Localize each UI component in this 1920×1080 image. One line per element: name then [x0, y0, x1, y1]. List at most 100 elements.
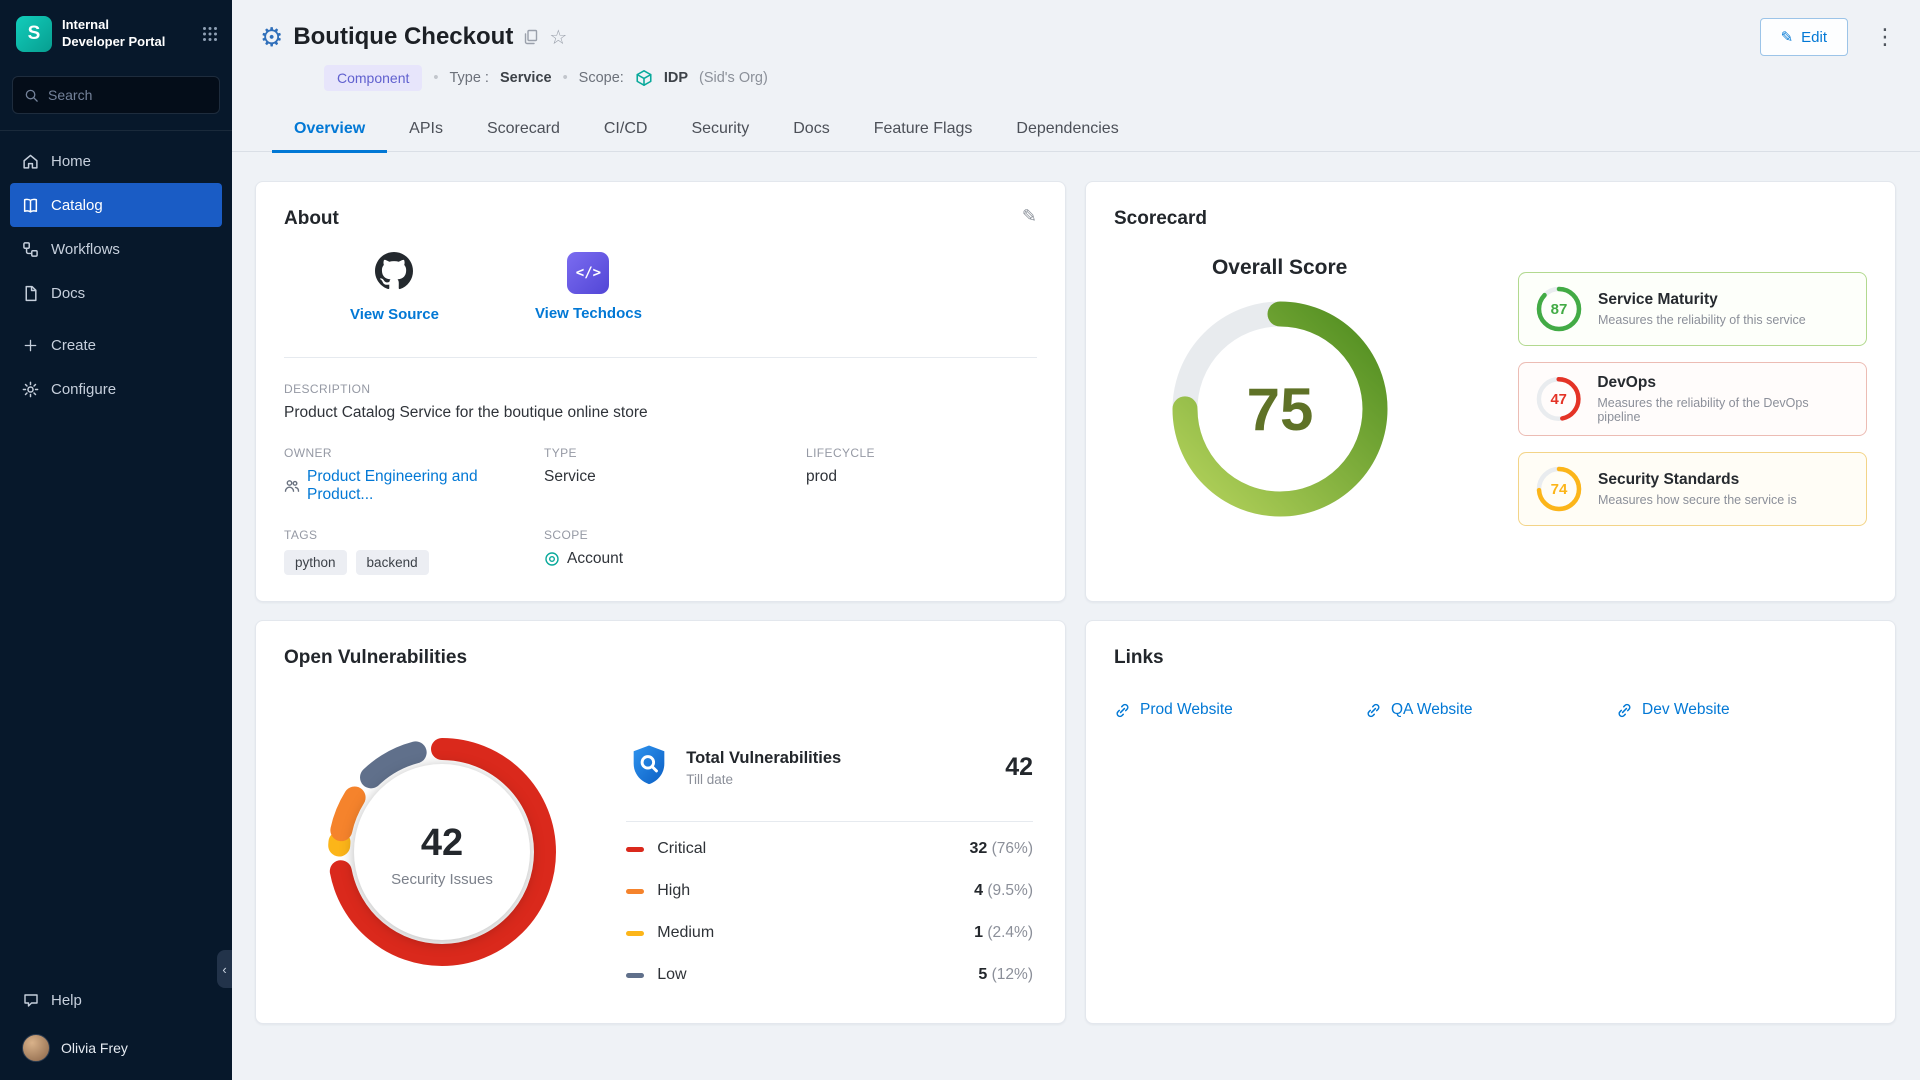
docs-icon [22, 285, 39, 302]
sidebar-item-label: Docs [51, 285, 85, 302]
svg-text:75: 75 [1246, 376, 1313, 443]
about-title: About [284, 208, 1037, 230]
scorecard-item-desc: Measures how secure the service is [1598, 493, 1797, 507]
techdocs-icon: </> [567, 252, 609, 294]
severity-dash [626, 931, 644, 936]
more-options-icon[interactable]: ⋮ [1874, 24, 1896, 50]
sidebar-bottom: Help Olivia Frey [0, 978, 232, 1080]
sidebar-item-docs[interactable]: Docs [10, 271, 222, 315]
sidebar-search[interactable] [12, 76, 220, 114]
scorecard-item[interactable]: 47 DevOps Measures the reliability of th… [1518, 362, 1867, 436]
sidebar-item-workflows[interactable]: Workflows [10, 227, 222, 271]
sidebar-item-label: Home [51, 153, 91, 170]
sidebar-actions: Create Configure [0, 323, 232, 411]
portal-logo-icon: S [16, 16, 52, 52]
tab-apis[interactable]: APIs [387, 108, 465, 151]
tab-dependencies[interactable]: Dependencies [994, 108, 1140, 151]
sidebar-item-configure[interactable]: Configure [10, 367, 222, 411]
scope-field-label: SCOPE [544, 528, 806, 542]
sidebar-item-label: Create [51, 337, 96, 354]
kind-badge: Component [324, 65, 422, 91]
prod-website-link[interactable]: Prod Website [1114, 701, 1365, 719]
sidebar-item-label: Workflows [51, 241, 120, 258]
total-vulnerabilities-label: Total Vulnerabilities [686, 749, 841, 768]
score-ring: 47 [1533, 373, 1584, 425]
favorite-star-icon[interactable]: ☆ [549, 25, 567, 50]
home-icon [22, 153, 39, 170]
scope-cube-icon [635, 69, 653, 87]
lifecycle-label: LIFECYCLE [806, 446, 1037, 460]
vulnerability-row: Low 5 (12%) [626, 954, 1033, 996]
score-ring: 87 [1533, 283, 1585, 335]
scope-field-value: Account [567, 550, 623, 568]
tab-security[interactable]: Security [669, 108, 771, 151]
sidebar: S Internal Developer Portal Home [0, 0, 232, 1080]
card-grid: About ✎ View Source </> View Techdocs DE… [232, 152, 1920, 1048]
plus-icon [22, 338, 39, 353]
severity-dash [626, 973, 644, 978]
sidebar-nav: Home Catalog Workflows Docs [0, 139, 232, 315]
sidebar-collapse-button[interactable]: ‹ [217, 950, 232, 988]
severity-label: Low [657, 966, 686, 984]
view-source-link[interactable]: View Source [350, 252, 439, 323]
edit-button[interactable]: ✎ Edit [1760, 18, 1848, 56]
scorecard-item[interactable]: 74 Security Standards Measures how secur… [1518, 452, 1867, 526]
dev-website-link[interactable]: Dev Website [1616, 701, 1867, 719]
about-edit-pencil-icon[interactable]: ✎ [1022, 206, 1037, 227]
svg-text:87: 87 [1551, 301, 1568, 318]
svg-text:47: 47 [1550, 392, 1566, 408]
tag-pill[interactable]: backend [356, 550, 429, 575]
type-field-label: TYPE [544, 446, 806, 460]
scope-label: Scope: [579, 70, 624, 86]
scope-org: (Sid's Org) [699, 70, 768, 86]
tab-cicd[interactable]: CI/CD [582, 108, 670, 151]
tag-pill[interactable]: python [284, 550, 347, 575]
shield-scan-icon [626, 742, 672, 793]
sidebar-item-create[interactable]: Create [10, 323, 222, 367]
copy-icon[interactable] [523, 29, 539, 45]
user-menu[interactable]: Olivia Frey [10, 1022, 222, 1066]
scorecard-item-name: DevOps [1597, 374, 1852, 392]
sidebar-item-help[interactable]: Help [10, 978, 222, 1022]
scorecard-item-desc: Measures the reliability of the DevOps p… [1597, 396, 1852, 424]
owner-link[interactable]: Product Engineering and Product... [307, 468, 544, 504]
gear-icon [22, 381, 39, 398]
vulnerability-row: Medium 1 (2.4%) [626, 912, 1033, 954]
till-date-label: Till date [686, 772, 841, 787]
total-vulnerabilities-value: 42 [1005, 753, 1033, 782]
vulnerabilities-title: Open Vulnerabilities [284, 647, 1037, 669]
tab-scorecard[interactable]: Scorecard [465, 108, 582, 151]
type-label: Type : [449, 70, 489, 86]
sidebar-item-home[interactable]: Home [10, 139, 222, 183]
page-title: Boutique Checkout [293, 23, 513, 51]
links-card: Links Prod Website QA Website [1085, 620, 1896, 1024]
severity-label: Critical [657, 840, 706, 858]
description-label: DESCRIPTION [284, 382, 1037, 396]
overall-score-donut: 75 [1165, 294, 1395, 524]
scorecard-card: Scorecard Overall Score 75 [1085, 181, 1896, 602]
sidebar-item-catalog[interactable]: Catalog [10, 183, 222, 227]
svg-text:74: 74 [1551, 481, 1568, 498]
apps-grid-icon[interactable] [202, 26, 218, 42]
svg-text:Security Issues: Security Issues [391, 871, 493, 888]
scorecard-item[interactable]: 87 Service Maturity Measures the reliabi… [1518, 272, 1867, 346]
tab-docs[interactable]: Docs [771, 108, 851, 151]
link-icon [1114, 702, 1131, 719]
portal-logo: S Internal Developer Portal [0, 0, 232, 62]
help-icon [22, 992, 39, 1008]
tab-overview[interactable]: Overview [272, 108, 387, 151]
view-techdocs-link[interactable]: </> View Techdocs [535, 252, 642, 323]
tab-feature-flags[interactable]: Feature Flags [852, 108, 995, 151]
sidebar-item-label: Help [51, 992, 82, 1009]
sidebar-item-label: Configure [51, 381, 116, 398]
search-input[interactable] [48, 87, 208, 103]
avatar [22, 1034, 50, 1062]
qa-website-link[interactable]: QA Website [1365, 701, 1616, 719]
scorecard-item-name: Security Standards [1598, 471, 1797, 489]
vulnerability-row: High 4 (9.5%) [626, 870, 1033, 912]
tab-bar: Overview APIs Scorecard CI/CD Security D… [232, 108, 1920, 152]
scorecard-item-desc: Measures the reliability of this service [1598, 313, 1806, 327]
account-scope-icon [544, 551, 560, 567]
lifecycle-value: prod [806, 468, 1037, 486]
user-name: Olivia Frey [61, 1040, 128, 1056]
